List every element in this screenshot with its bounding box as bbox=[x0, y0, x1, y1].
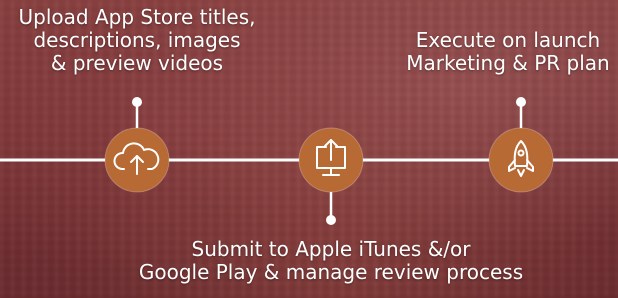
step-3-label-line-1: Execute on launch bbox=[415, 28, 601, 52]
step-2-label: Submit to Apple iTunes &/or Google Play … bbox=[116, 238, 546, 284]
connector-dot-step-1 bbox=[132, 97, 142, 107]
step-1-label: Upload App Store titles, descriptions, i… bbox=[0, 6, 274, 75]
step-node-1 bbox=[104, 127, 170, 193]
step-1-label-line-1: Upload App Store titles, bbox=[18, 5, 256, 29]
step-2-label-line-2: Google Play & manage review process bbox=[138, 260, 524, 284]
connector-dot-step-2 bbox=[326, 215, 336, 225]
step-1-label-line-2: descriptions, images bbox=[33, 28, 241, 52]
step-2-label-line-1: Submit to Apple iTunes &/or bbox=[191, 237, 471, 261]
step-3-label: Execute on launch Marketing & PR plan bbox=[398, 29, 618, 75]
connector-dot-step-3 bbox=[516, 97, 526, 107]
step-3-label-line-2: Marketing & PR plan bbox=[406, 51, 610, 75]
step-node-2 bbox=[298, 127, 364, 193]
step-node-3 bbox=[488, 127, 554, 193]
step-1-label-line-3: & preview videos bbox=[50, 51, 224, 75]
